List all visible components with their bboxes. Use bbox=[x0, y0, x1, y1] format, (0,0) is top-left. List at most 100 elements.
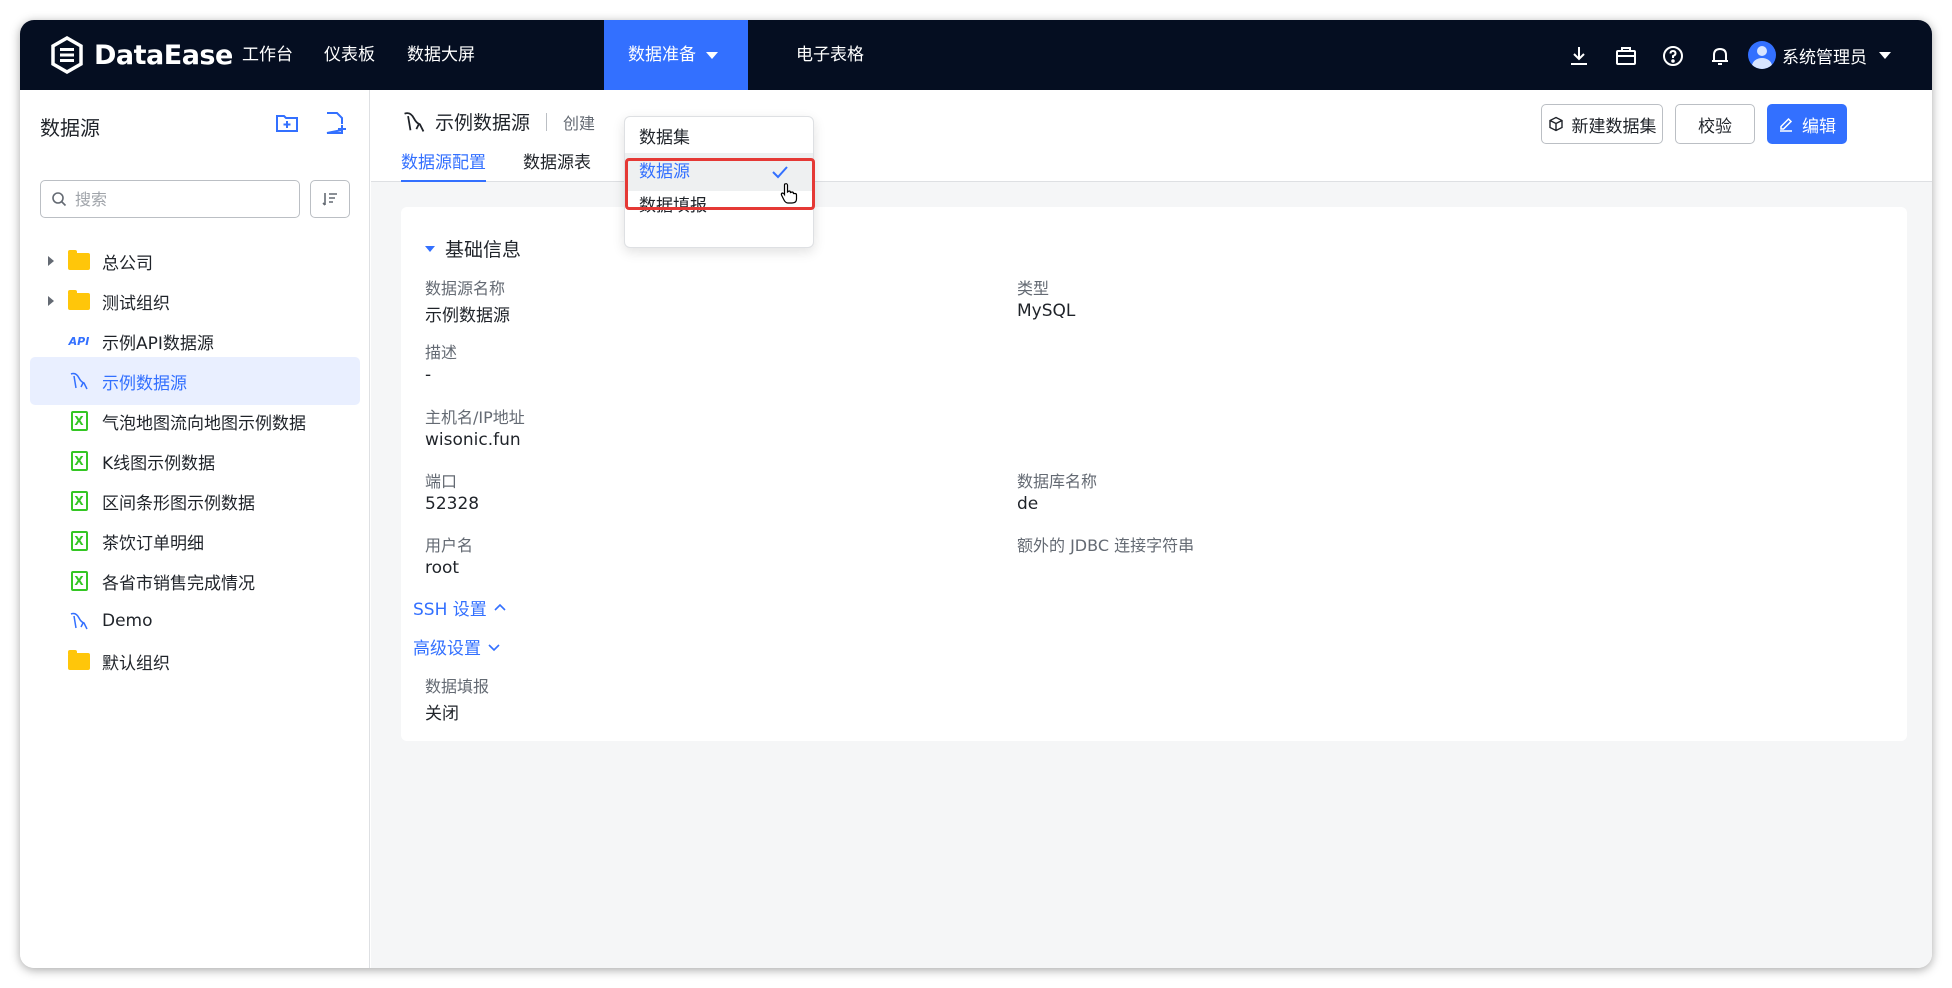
divider bbox=[546, 112, 548, 131]
caret-right-icon[interactable] bbox=[48, 296, 54, 306]
section-header[interactable]: 基础信息 bbox=[425, 235, 521, 262]
menu-item-label: 数据集 bbox=[639, 128, 690, 148]
link-label: SSH 设置 bbox=[413, 600, 487, 620]
field-value: 52328 bbox=[425, 494, 480, 514]
field-label: 数据源名称 bbox=[425, 279, 506, 298]
link-label: 高级设置 bbox=[413, 639, 481, 659]
excel-icon-text: X bbox=[70, 531, 88, 551]
mysql-icon bbox=[404, 111, 425, 132]
field-value: 示例数据源 bbox=[425, 306, 510, 326]
field-value: wisonic.fun bbox=[425, 430, 521, 450]
tree-label: 示例API数据源 bbox=[102, 333, 214, 354]
field-label: 用户名 bbox=[425, 536, 474, 555]
advanced-settings-link[interactable]: 高级设置 bbox=[413, 634, 501, 659]
download-icon[interactable] bbox=[1567, 44, 1591, 68]
tree-label: 各省市销售完成情况 bbox=[102, 573, 255, 594]
field-label: 类型 bbox=[1017, 279, 1050, 298]
user-name: 系统管理员 bbox=[1782, 47, 1867, 68]
main-panel: 示例数据源 创建 数据源配置 数据源表 新建数据集 校验 编辑 基础信息 数据源… bbox=[371, 90, 1932, 968]
button-label: 编辑 bbox=[1802, 116, 1836, 137]
field-label: 数据库名称 bbox=[1017, 472, 1098, 491]
main-header: 示例数据源 创建 数据源配置 数据源表 新建数据集 校验 编辑 bbox=[371, 90, 1932, 182]
nav-label: 数据大屏 bbox=[407, 45, 475, 65]
excel-icon: X bbox=[68, 490, 90, 512]
sidebar-title: 数据源 bbox=[40, 116, 100, 140]
bell-icon[interactable] bbox=[1708, 44, 1732, 68]
field-label: 描述 bbox=[425, 343, 458, 362]
field-label: 额外的 JDBC 连接字符串 bbox=[1017, 536, 1195, 555]
basic-info-card: 基础信息 数据源名称 示例数据源 类型 MySQL 描述 - 主机名/IP地址 … bbox=[401, 207, 1907, 741]
excel-icon: X bbox=[68, 530, 90, 552]
nav-label: 工作台 bbox=[242, 45, 293, 65]
excel-icon-text: X bbox=[70, 411, 88, 431]
dataease-logo-icon bbox=[51, 36, 83, 74]
nav-label: 数据准备 bbox=[628, 45, 696, 65]
api-icon-text: API bbox=[68, 334, 90, 348]
edit-icon bbox=[1780, 117, 1793, 132]
collapse-icon bbox=[425, 245, 435, 252]
tree-label: 默认组织 bbox=[102, 653, 170, 674]
ssh-settings-link[interactable]: SSH 设置 bbox=[413, 595, 507, 620]
search-icon bbox=[52, 192, 67, 207]
briefcase-icon[interactable] bbox=[1614, 44, 1638, 68]
edit-button[interactable]: 编辑 bbox=[1767, 104, 1847, 144]
nav-spreadsheet[interactable]: 电子表格 bbox=[772, 20, 888, 90]
sort-icon bbox=[322, 193, 337, 206]
logo[interactable]: DataEase bbox=[50, 32, 233, 78]
hand-cursor-icon bbox=[780, 183, 798, 204]
chevron-down-icon bbox=[488, 643, 500, 651]
new-folder-icon[interactable] bbox=[274, 110, 300, 136]
cube-icon bbox=[1548, 116, 1563, 132]
tree-label: 气泡地图流向地图示例数据 bbox=[102, 413, 306, 434]
folder-icon bbox=[68, 649, 90, 672]
folder-icon bbox=[68, 249, 90, 272]
tree-label: 区间条形图示例数据 bbox=[102, 493, 255, 514]
caret-right-icon[interactable] bbox=[48, 256, 54, 266]
field-value: de bbox=[1017, 494, 1039, 514]
section-title: 基础信息 bbox=[445, 239, 522, 261]
nav-label: 电子表格 bbox=[796, 45, 864, 65]
field-label: 端口 bbox=[425, 472, 458, 491]
mysql-icon bbox=[68, 610, 90, 632]
new-dataset-button[interactable]: 新建数据集 bbox=[1541, 104, 1663, 144]
tree-label: 总公司 bbox=[102, 253, 153, 274]
sidebar: 数据源 总公司 测试组织 AP bbox=[20, 90, 370, 968]
avatar bbox=[1748, 41, 1776, 69]
search-box[interactable] bbox=[40, 180, 300, 218]
button-label: 新建数据集 bbox=[1571, 116, 1657, 137]
field-value: 关闭 bbox=[425, 704, 459, 724]
field-label: 主机名/IP地址 bbox=[425, 408, 525, 427]
chevron-down-icon bbox=[1879, 51, 1891, 59]
excel-icon-text: X bbox=[70, 451, 88, 471]
api-icon: API bbox=[68, 330, 90, 352]
button-label: 校验 bbox=[1698, 116, 1732, 137]
tree-label: 茶饮订单明细 bbox=[102, 533, 204, 554]
folder-icon bbox=[68, 289, 90, 312]
app-window: DataEase 工作台 仪表板 数据大屏 数据准备 电子表格 系统管理员 数据… bbox=[20, 20, 1932, 968]
menu-item-dataset[interactable]: 数据集 bbox=[625, 119, 813, 157]
field-label: 数据填报 bbox=[425, 677, 490, 696]
top-navbar: DataEase 工作台 仪表板 数据大屏 数据准备 电子表格 系统管理员 bbox=[20, 20, 1932, 90]
tab-datasource-tables[interactable]: 数据源表 bbox=[523, 148, 591, 182]
new-datasource-icon[interactable] bbox=[322, 110, 348, 136]
mysql-icon bbox=[68, 370, 90, 392]
excel-icon: X bbox=[68, 410, 90, 432]
field-value: - bbox=[425, 365, 432, 385]
help-icon[interactable] bbox=[1661, 44, 1685, 68]
page-title: 示例数据源 bbox=[435, 112, 531, 134]
verify-button[interactable]: 校验 bbox=[1675, 104, 1755, 144]
tree-label: 示例数据源 bbox=[102, 373, 187, 394]
nav-data-prep[interactable]: 数据准备 bbox=[604, 20, 748, 90]
sort-button[interactable] bbox=[310, 180, 350, 218]
caret-down-icon bbox=[706, 51, 718, 59]
datasource-title: 示例数据源 创建 bbox=[401, 108, 595, 135]
tree-label: Demo bbox=[102, 611, 153, 631]
tree-label: K线图示例数据 bbox=[102, 453, 216, 474]
tab-datasource-config[interactable]: 数据源配置 bbox=[401, 148, 486, 182]
nav-data-screen[interactable]: 数据大屏 bbox=[383, 20, 499, 90]
user-menu[interactable]: 系统管理员 bbox=[1748, 37, 1891, 73]
tree-item-folder[interactable]: 默认组织 bbox=[30, 637, 360, 685]
brand-name: DataEase bbox=[94, 39, 233, 71]
search-input[interactable] bbox=[75, 189, 275, 209]
field-value: MySQL bbox=[1017, 301, 1076, 321]
